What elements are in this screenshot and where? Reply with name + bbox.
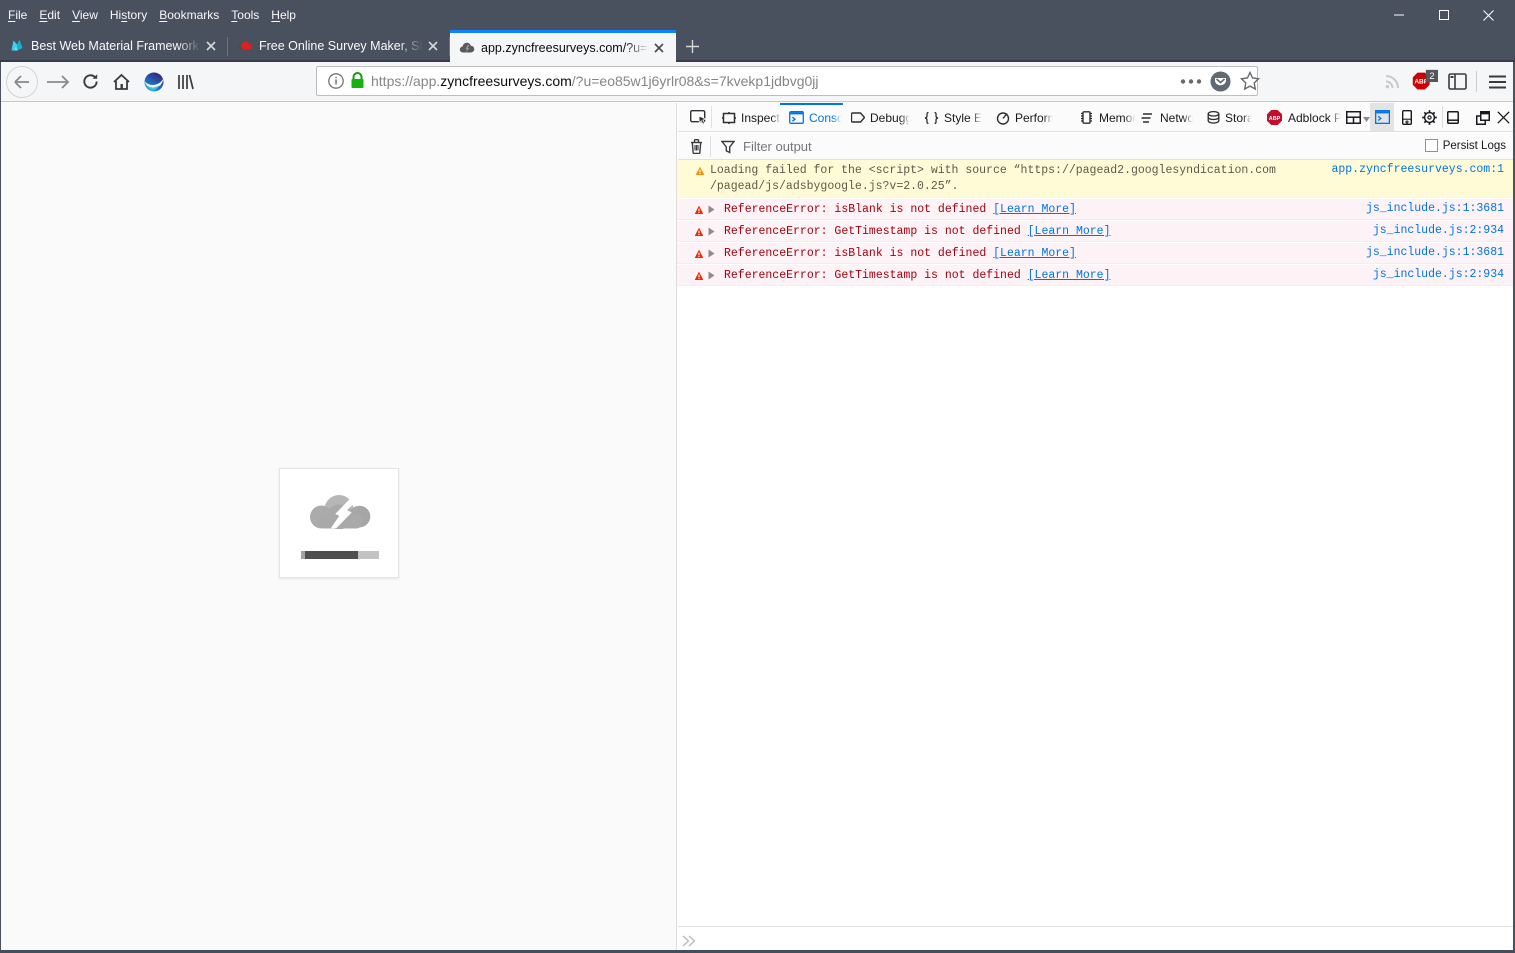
svg-text:2: 2	[1429, 71, 1434, 81]
svg-text:ABP: ABP	[1269, 116, 1281, 122]
